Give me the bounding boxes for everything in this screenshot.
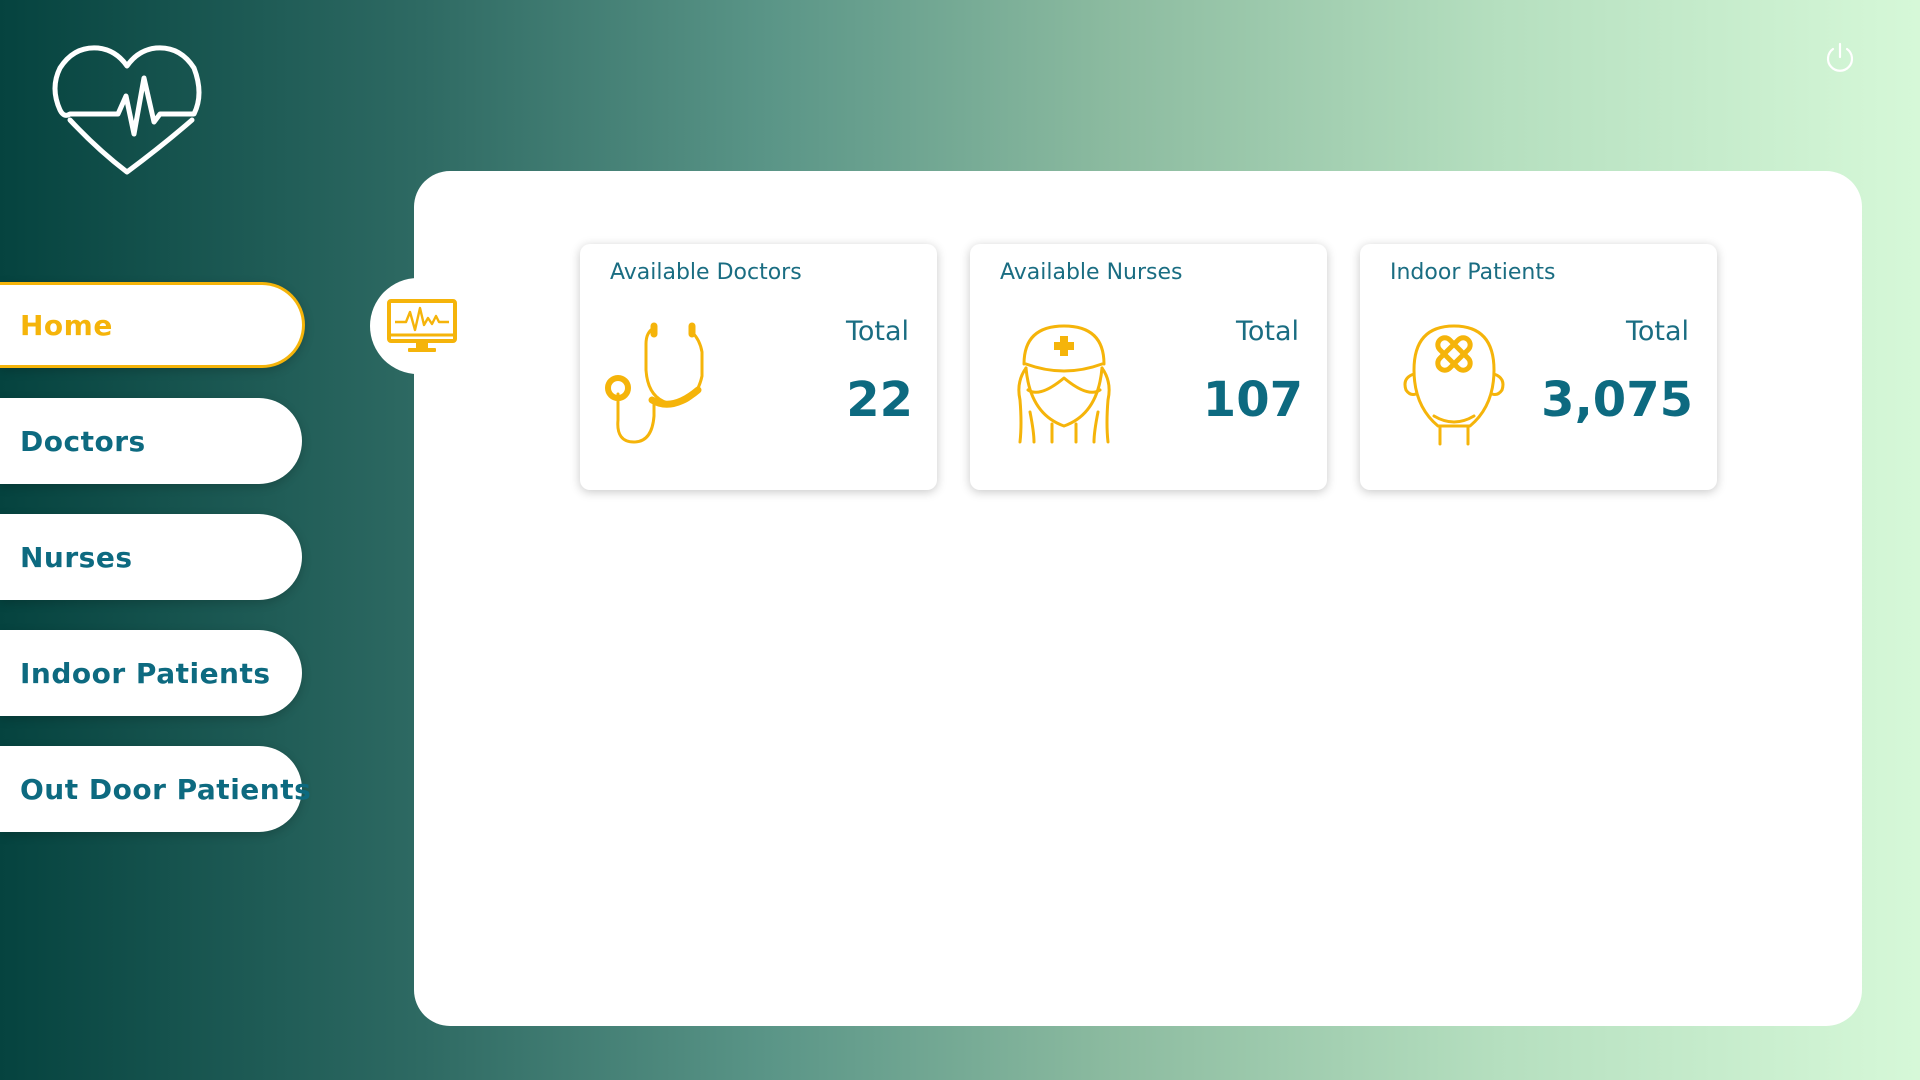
sidebar-item-label: Indoor Patients xyxy=(20,656,271,690)
card-value: 22 xyxy=(846,372,913,428)
card-total-label: Total xyxy=(1235,316,1299,347)
stethoscope-icon xyxy=(605,322,704,444)
monitor-heartbeat-icon xyxy=(387,299,457,352)
sidebar-nav: Home Doctors Nurses Indoor Patients Out … xyxy=(0,282,311,862)
card-value: 107 xyxy=(1202,372,1303,428)
power-icon[interactable] xyxy=(1822,40,1858,76)
sidebar-item-indoor-patients[interactable]: Indoor Patients xyxy=(0,630,302,716)
doctors-card[interactable]: Available Doctors Total 22 xyxy=(580,244,937,490)
sidebar-item-label: Nurses xyxy=(20,540,133,574)
sidebar-item-outdoor-patients[interactable]: Out Door Patients xyxy=(0,746,311,832)
card-value: 3,075 xyxy=(1541,372,1693,428)
card-total-label: Total xyxy=(845,316,909,347)
sidebar-item-home[interactable]: Home xyxy=(0,282,305,368)
sidebar-item-label: Out Door Patients xyxy=(20,772,312,806)
nurses-card[interactable]: Available Nurses Total 107 xyxy=(970,244,1327,490)
injured-patient-icon xyxy=(1403,324,1505,446)
indoor-patients-card[interactable]: Indoor Patients Total 3,075 xyxy=(1360,244,1717,490)
heartbeat-heart-icon xyxy=(52,45,202,175)
card-title: Available Nurses xyxy=(1000,260,1183,285)
sidebar-item-label: Doctors xyxy=(20,424,146,458)
card-title: Indoor Patients xyxy=(1390,260,1556,285)
sidebar-item-label: Home xyxy=(20,308,113,342)
nurse-icon xyxy=(1017,324,1111,444)
card-total-label: Total xyxy=(1625,316,1689,347)
sidebar-item-nurses[interactable]: Nurses xyxy=(0,514,302,600)
sidebar-item-doctors[interactable]: Doctors xyxy=(0,398,302,484)
card-title: Available Doctors xyxy=(610,260,802,285)
